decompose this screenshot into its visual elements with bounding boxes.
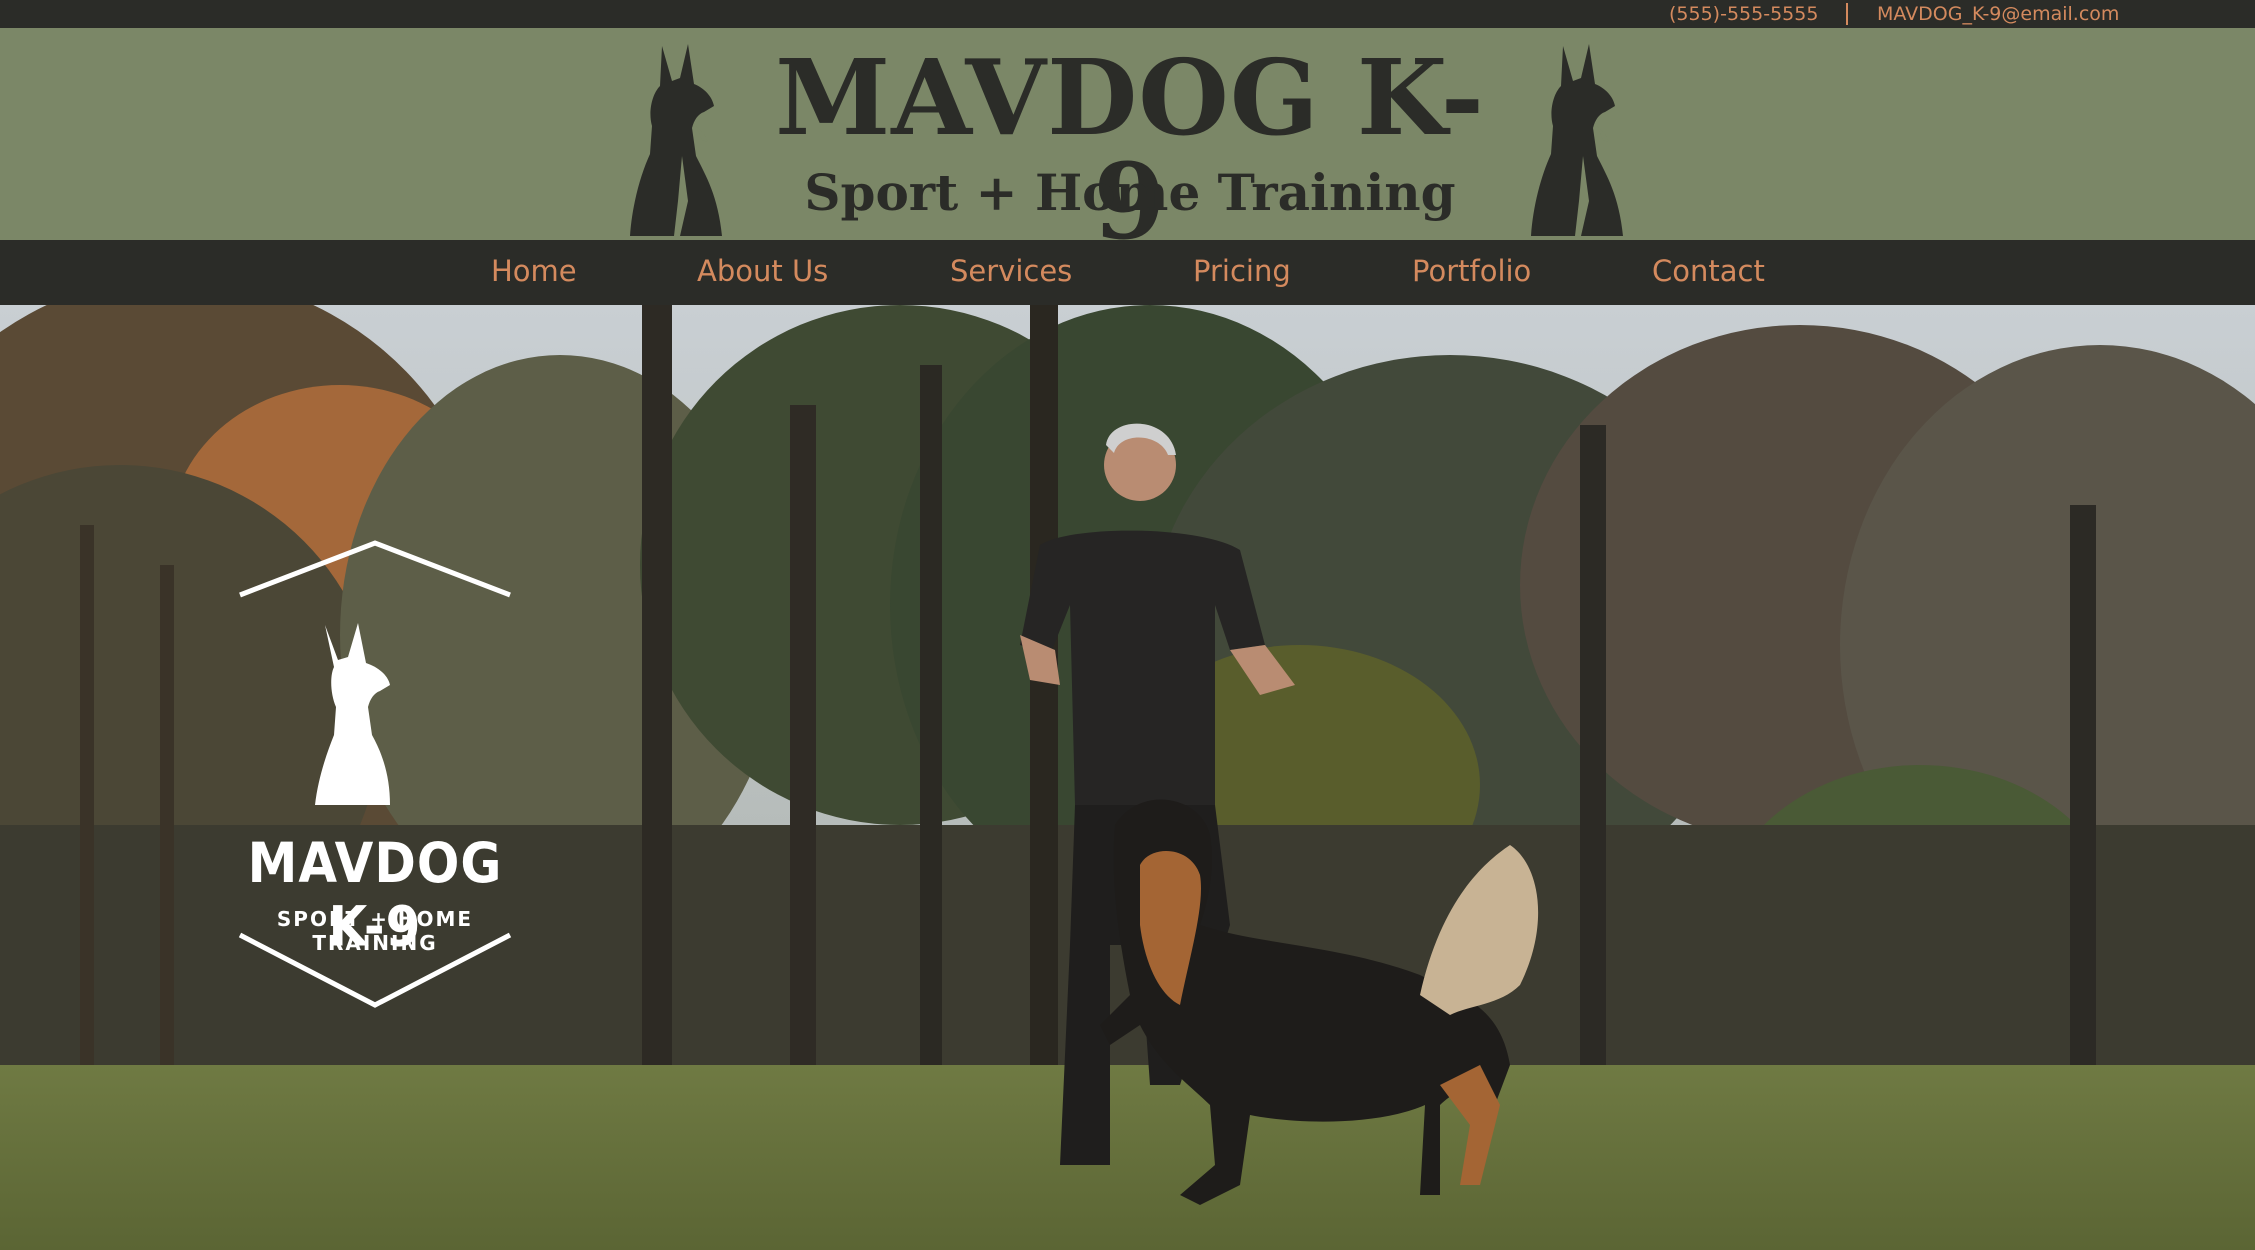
contact-divider (1846, 3, 1848, 25)
logo-subtitle: SPORT + HOME TRAINING (276, 907, 474, 955)
doberman-icon (630, 44, 722, 236)
nav-pricing[interactable]: Pricing (1193, 254, 1291, 288)
nav-contact[interactable]: Contact (1652, 254, 1765, 288)
phone-link[interactable]: (555)-555-5555 (1669, 3, 1818, 25)
main-nav: Home About Us Services Pricing Portfolio… (0, 240, 2255, 305)
site-subtitle: Sport + Home Training (804, 163, 1456, 222)
nav-home[interactable]: Home (491, 254, 577, 288)
site-title[interactable]: MAVDOG K-9 (760, 46, 1500, 254)
top-contact-bar: (555)-555-5555 MAVDOG_K-9@email.com (0, 0, 2255, 28)
hero-logo: MAVDOG K-9 SPORT + HOME TRAINING (230, 535, 520, 1020)
nav-portfolio[interactable]: Portfolio (1412, 254, 1531, 288)
hero-banner: MAVDOG K-9 SPORT + HOME TRAINING (0, 305, 2255, 1250)
nav-about-us[interactable]: About Us (697, 254, 828, 288)
doberman-icon (1531, 44, 1623, 236)
site-header: MAVDOG K-9 Sport + Home Training (0, 28, 2255, 254)
email-link[interactable]: MAVDOG_K-9@email.com (1877, 3, 2119, 25)
nav-services[interactable]: Services (950, 254, 1072, 288)
